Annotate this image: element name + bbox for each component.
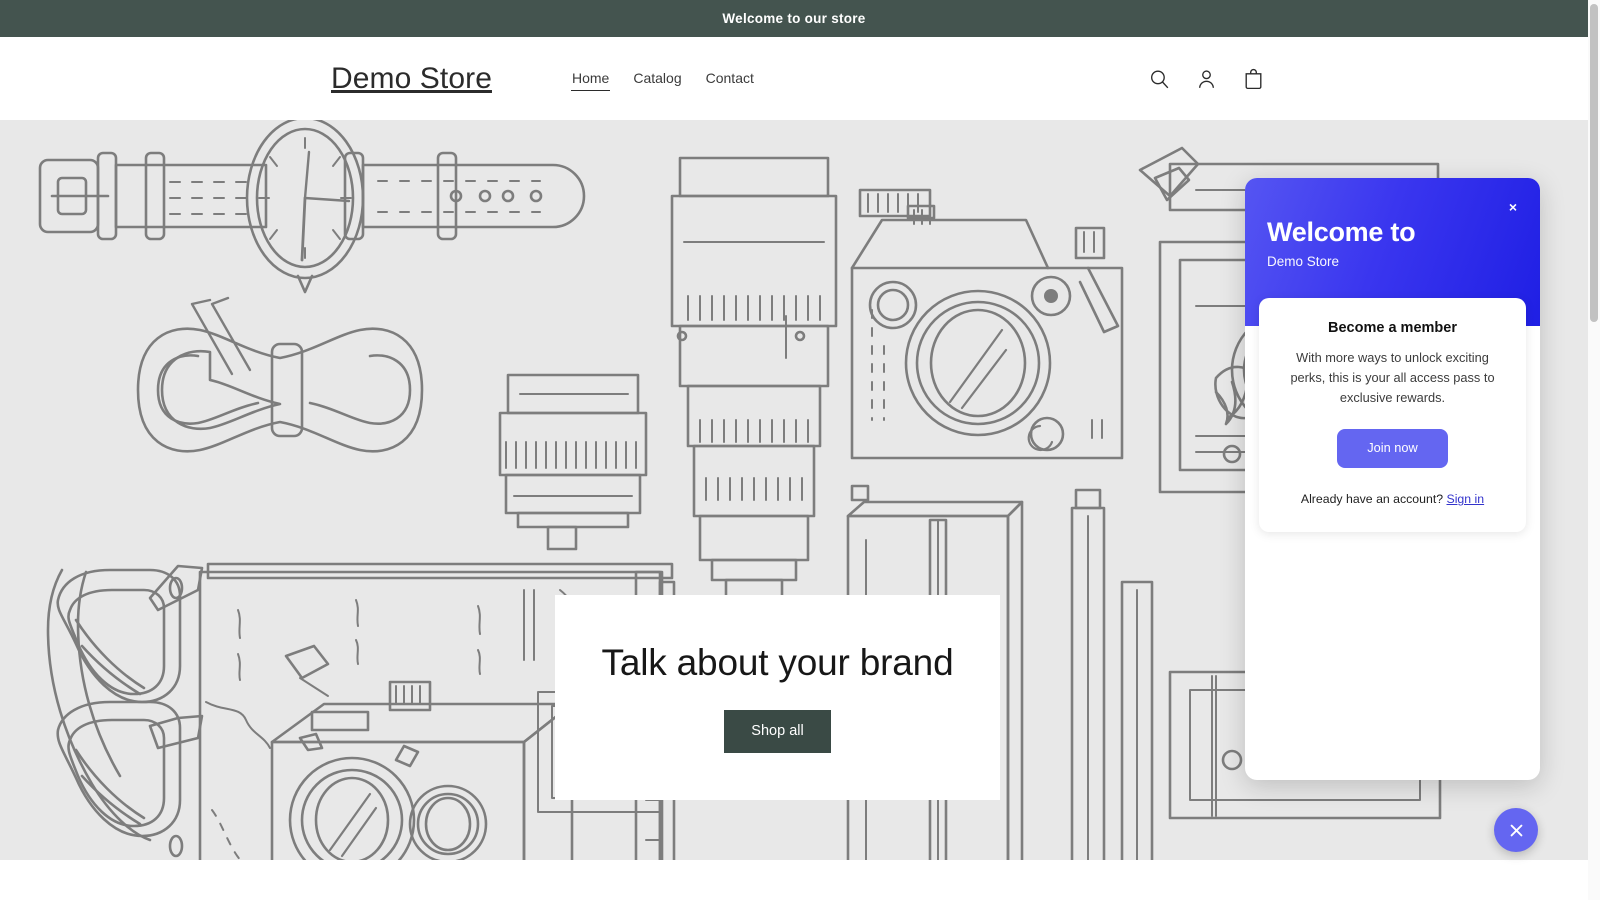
membership-card: Become a member With more ways to unlock… bbox=[1259, 298, 1526, 532]
nav-item-home[interactable]: Home bbox=[571, 67, 610, 91]
hero-title: Talk about your brand bbox=[602, 642, 954, 684]
store-logo[interactable]: Demo Store bbox=[331, 62, 492, 96]
close-icon bbox=[1508, 822, 1525, 839]
sign-in-link[interactable]: Sign in bbox=[1447, 492, 1485, 506]
header-icon-group bbox=[1147, 66, 1266, 91]
join-now-button[interactable]: Join now bbox=[1337, 429, 1448, 468]
welcome-popup: Welcome to Demo Store × Become a member … bbox=[1245, 178, 1540, 780]
shop-all-button[interactable]: Shop all bbox=[724, 710, 830, 753]
popup-title: Welcome to bbox=[1267, 218, 1540, 246]
popup-toggle-fab[interactable] bbox=[1494, 808, 1538, 852]
main-navigation: Home Catalog Contact bbox=[571, 67, 755, 91]
close-icon[interactable]: × bbox=[1504, 198, 1522, 216]
nav-item-catalog[interactable]: Catalog bbox=[632, 67, 682, 90]
signin-row: Already have an account? Sign in bbox=[1275, 492, 1510, 506]
page-scrollbar-thumb[interactable] bbox=[1590, 4, 1598, 322]
popup-subtitle: Demo Store bbox=[1267, 254, 1540, 269]
site-header: Demo Store Home Catalog Contact bbox=[0, 37, 1588, 120]
page-below-hero bbox=[0, 860, 1588, 900]
nav-item-contact[interactable]: Contact bbox=[705, 67, 755, 90]
announcement-bar: Welcome to our store bbox=[0, 0, 1588, 37]
cart-icon[interactable] bbox=[1241, 66, 1266, 91]
hero-content-card: Talk about your brand Shop all bbox=[555, 595, 1000, 800]
search-icon[interactable] bbox=[1147, 66, 1172, 91]
account-prompt-text: Already have an account? bbox=[1301, 492, 1443, 506]
browser-viewport: Welcome to our store Demo Store Home Cat… bbox=[0, 0, 1600, 900]
membership-body: With more ways to unlock exciting perks,… bbox=[1277, 348, 1508, 407]
account-icon[interactable] bbox=[1194, 66, 1219, 91]
membership-heading: Become a member bbox=[1275, 320, 1510, 336]
announcement-text: Welcome to our store bbox=[722, 11, 865, 26]
